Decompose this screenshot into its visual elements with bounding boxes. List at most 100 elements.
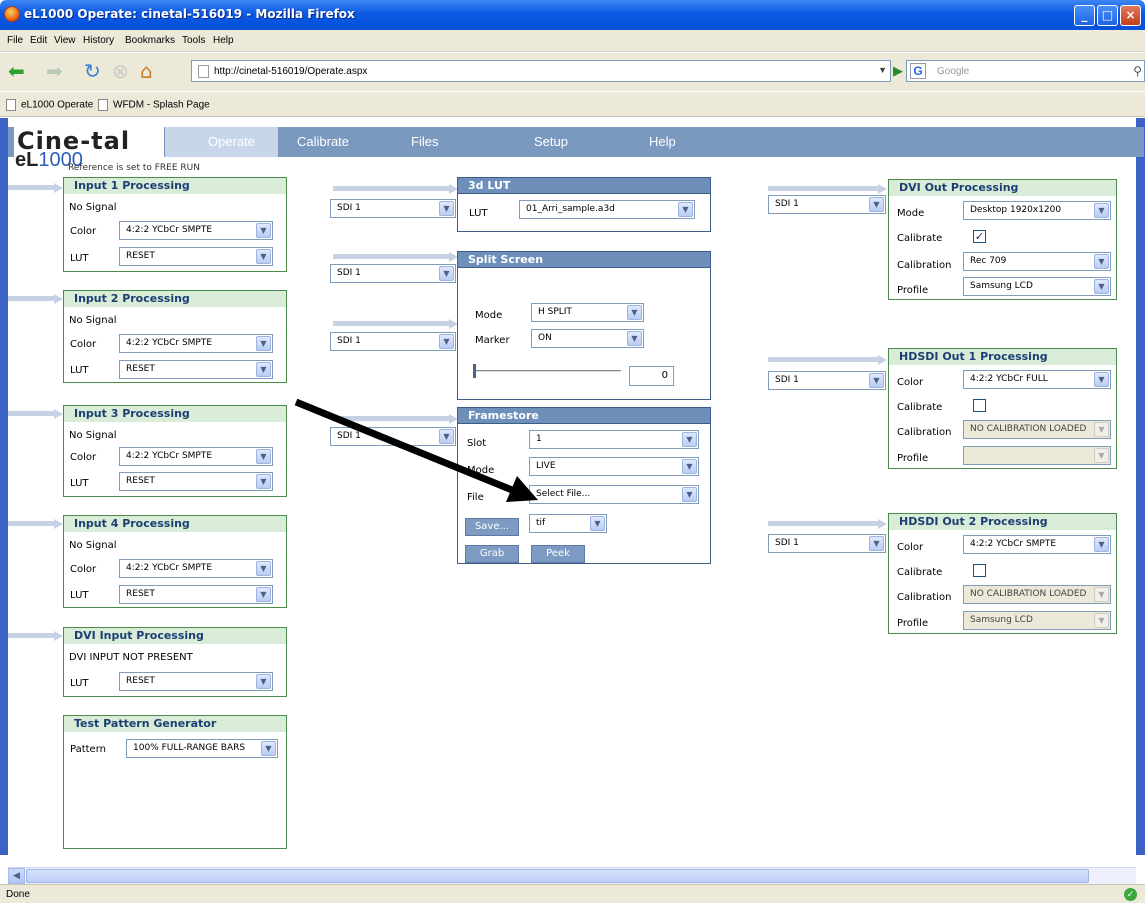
color-select[interactable]: 4:2:2 YCbCr SMPTE ▼ [119,447,273,466]
chevron-down-icon: ▼ [256,449,271,464]
chevron-down-icon: ▼ [256,674,271,689]
lut3d-source-select[interactable]: SDI 1 ▼ [330,199,456,218]
menu-file[interactable]: File [7,35,23,46]
address-url: http://cinetal-516019/Operate.aspx [214,66,368,77]
chevron-down-icon: ▼ [256,249,271,264]
calibration-select[interactable]: NO CALIBRATION LOADED ▼ [963,420,1111,439]
input-3-arrowhead [54,409,63,419]
calibrate-checkbox[interactable] [973,399,986,412]
go-arrow-icon[interactable]: ▶ [893,64,903,79]
menu-edit[interactable]: Edit [30,35,47,46]
mode-label: Mode [897,208,925,219]
framestore-mode-select[interactable]: LIVE ▼ [529,457,699,476]
search-input[interactable]: G Google ⚲ [906,60,1145,82]
panel-title: Framestore [458,408,710,424]
hdsdi2-source-select[interactable]: SDI 1 ▼ [768,534,886,553]
lut-select[interactable]: RESET ▼ [119,672,273,691]
panel-title: Input 3 Processing [64,406,286,422]
hdsdi1-color-select[interactable]: 4:2:2 YCbCr FULL ▼ [963,370,1111,389]
select-value: 100% FULL-RANGE BARS [133,743,246,753]
lut3d-select[interactable]: 01_Arri_sample.a3d ▼ [519,200,695,219]
split-slider-thumb[interactable] [473,364,476,378]
tab-help[interactable]: Help [649,134,676,149]
dvi-mode-select[interactable]: Desktop 1920x1200 ▼ [963,201,1111,220]
color-select[interactable]: 4:2:2 YCbCr SMPTE ▼ [119,559,273,578]
profile-select[interactable]: ▼ [963,446,1111,465]
bookmark-wfdm-splash[interactable]: WFDM - Splash Page [98,99,210,111]
calibrate-checkbox[interactable] [973,564,986,577]
tab-files[interactable]: Files [411,134,438,149]
file-select[interactable]: Select File... ▼ [529,485,699,504]
chevron-down-icon: ▼ [869,536,884,551]
slot-select[interactable]: 1 ▼ [529,430,699,449]
stop-icon[interactable]: ⊗ [112,61,129,81]
menu-help[interactable]: Help [213,35,234,46]
panel-title: 3d LUT [458,178,710,194]
split-mode-select[interactable]: H SPLIT ▼ [531,303,644,322]
select-value: LIVE [536,461,556,471]
split-position-input[interactable]: 0 [629,366,674,386]
peek-button[interactable]: Peek [531,545,585,563]
bookmark-el1000-operate[interactable]: eL1000 Operate [6,99,93,111]
ok-status-icon: ✓ [1124,888,1137,901]
hdsdi2-color-select[interactable]: 4:2:2 YCbCr SMPTE ▼ [963,535,1111,554]
dvi-input-arrowhead [54,631,63,641]
chevron-down-icon: ▼ [1094,613,1109,628]
panel-title: Input 4 Processing [64,516,286,532]
scroll-left-button[interactable]: ◀ [8,868,25,884]
color-select[interactable]: 4:2:2 YCbCr SMPTE ▼ [119,221,273,240]
menu-view[interactable]: View [54,35,76,46]
back-arrow-icon[interactable]: ⬅ [8,61,25,81]
split2-source-select[interactable]: SDI 1 ▼ [330,332,456,351]
calibration-select[interactable]: Rec 709 ▼ [963,252,1111,271]
pattern-select[interactable]: 100% FULL-RANGE BARS ▼ [126,739,278,758]
mode-label: Mode [467,465,495,476]
input-2-arrow [8,296,54,301]
framestore-source-select[interactable]: SDI 1 ▼ [330,427,456,446]
minimize-button[interactable]: _ [1074,5,1095,26]
save-button[interactable]: Save... [465,518,519,536]
color-select[interactable]: 4:2:2 YCbCr SMPTE ▼ [119,334,273,353]
calibrate-checkbox[interactable]: ✓ [973,230,986,243]
tab-calibrate[interactable]: Calibrate [297,134,349,149]
google-engine-icon[interactable]: G [910,63,926,79]
profile-select[interactable]: Samsung LCD ▼ [963,277,1111,296]
split-screen-panel: Split Screen Mode H SPLIT ▼ Marker ON ▼ 0 [457,251,711,400]
hdsdi1-source-select[interactable]: SDI 1 ▼ [768,371,886,390]
profile-select[interactable]: Samsung LCD ▼ [963,611,1111,630]
reference-note: Reference is set to FREE RUN [68,163,200,173]
close-button[interactable]: × [1120,5,1141,26]
page-icon [6,99,16,111]
chevron-down-icon: ▼ [1094,372,1109,387]
menu-bookmarks[interactable]: Bookmarks [125,35,175,46]
split-marker-select[interactable]: ON ▼ [531,329,644,348]
lut-select[interactable]: RESET ▼ [119,247,273,266]
maximize-button[interactable]: □ [1097,5,1118,26]
panel-title: HDSDI Out 1 Processing [889,349,1116,365]
dvi-out-source-select[interactable]: SDI 1 ▼ [768,195,886,214]
menu-history[interactable]: History [83,35,114,46]
horizontal-scrollbar[interactable]: ◀ [8,867,1136,884]
tab-setup[interactable]: Setup [534,134,568,149]
lut-select[interactable]: RESET ▼ [119,585,273,604]
format-select[interactable]: tif ▼ [529,514,607,533]
home-icon[interactable]: ⌂ [140,61,153,81]
lut-select[interactable]: RESET ▼ [119,472,273,491]
reload-icon[interactable]: ↻ [84,61,101,81]
select-value: RESET [126,676,155,686]
forward-arrow-icon[interactable]: ➡ [46,61,63,81]
tab-operate[interactable]: Operate [208,134,255,149]
chevron-down-icon[interactable]: ▼ [878,65,887,75]
lut-select[interactable]: RESET ▼ [119,360,273,379]
split-source-select[interactable]: SDI 1 ▼ [330,264,456,283]
calibration-select[interactable]: NO CALIBRATION LOADED ▼ [963,585,1111,604]
address-bar[interactable]: http://cinetal-516019/Operate.aspx ▼ [191,60,891,82]
grab-button[interactable]: Grab [465,545,519,563]
logo-model-prefix: eL [15,149,39,171]
menu-tools[interactable]: Tools [182,35,205,46]
search-icon[interactable]: ⚲ [1133,64,1142,78]
split-slider-track[interactable] [473,370,621,372]
scrollbar-thumb[interactable] [26,869,1089,883]
calibrate-label: Calibrate [897,402,943,413]
profile-label: Profile [897,453,929,464]
